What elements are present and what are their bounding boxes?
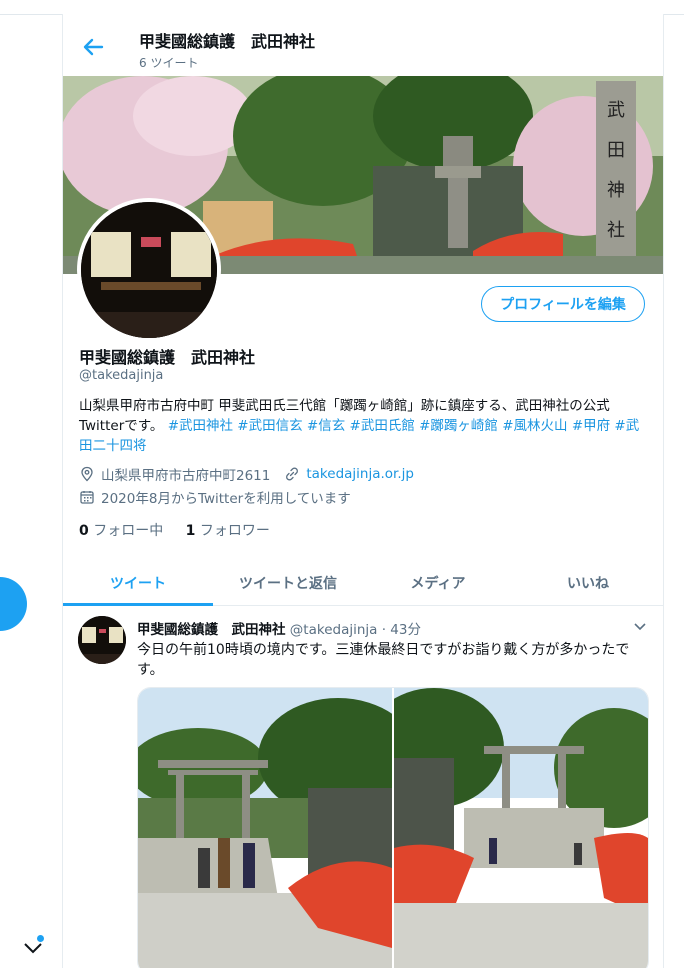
tweet-text: 今日の午前10時頃の境内です。三連休最終日ですがお詣り戴く方が多かったです。 (137, 642, 630, 678)
profile-avatar[interactable] (77, 198, 221, 342)
followers-label: フォロワー (199, 523, 270, 539)
chevron-down-icon[interactable] (631, 620, 649, 634)
tweet-handle-time[interactable]: @takedajinja · 43分 (290, 622, 421, 638)
following-label: フォロー中 (93, 523, 164, 539)
compose-fab-icon[interactable] (0, 577, 27, 631)
following-link[interactable]: 0 フォロー中 (79, 523, 163, 539)
profile-joined: 2020年8月からTwitterを利用しています (101, 491, 351, 507)
profile-handle: @takedajinja (79, 368, 164, 383)
tab-media[interactable]: メディア (363, 561, 513, 605)
svg-text:武: 武 (607, 100, 625, 121)
notification-dot (37, 935, 44, 942)
tweet-count: 6 ツイート (139, 56, 199, 70)
location-icon (81, 466, 93, 482)
profile-location: 山梨県甲府市古府中町2611 (101, 468, 271, 484)
tweet-header: 甲斐國総鎮護 武田神社 @takedajinja · 43分 (137, 618, 421, 638)
svg-text:神: 神 (607, 180, 625, 201)
tweet-media (137, 687, 649, 968)
browser-top-bar (0, 0, 684, 15)
tab-likes[interactable]: いいね (513, 561, 663, 605)
bio-hashtags[interactable]: #武田神社 #武田信玄 #信玄 #武田氏館 #躑躅ヶ崎館 #風林火山 #甲府 #… (79, 418, 639, 454)
followers-count: 1 (185, 523, 196, 539)
tab-tweets-replies[interactable]: ツイートと返信 (213, 561, 363, 605)
calendar-icon (80, 491, 94, 504)
tweet-photo-1[interactable] (138, 688, 392, 968)
profile-name: 甲斐國総鎮護 武田神社 (79, 348, 256, 367)
follow-stats: 0 フォロー中 1 フォロワー (79, 520, 270, 540)
header-title: 甲斐國総鎮護 武田神社 (139, 32, 316, 51)
svg-text:田: 田 (607, 140, 625, 161)
tweet-photo-2[interactable] (394, 688, 648, 968)
tweet-avatar[interactable] (78, 616, 126, 664)
profile-joined-row: 2020年8月からTwitterを利用しています (79, 487, 351, 507)
profile-header-bar: 甲斐國総鎮護 武田神社 6 ツイート (63, 14, 663, 74)
profile-column: 甲斐國総鎮護 武田神社 6 ツイート 武 田 神 社 プロフィールを編集 甲斐國… (62, 14, 664, 968)
back-arrow-icon[interactable] (80, 34, 106, 60)
tweet-author-name[interactable]: 甲斐國総鎮護 武田神社 (137, 622, 286, 638)
profile-tabs: ツイート ツイートと返信 メディア いいね (63, 561, 663, 606)
profile-location-url-row: 山梨県甲府市古府中町2611 takedajinja.or.jp (79, 464, 414, 484)
profile-bio: 山梨県甲府市古府中町 甲斐武田氏三代館「躑躅ヶ崎館」跡に鎮座する、武田神社の公式… (79, 396, 649, 456)
edit-profile-button[interactable]: プロフィールを編集 (481, 286, 645, 322)
profile-url-link[interactable]: takedajinja.or.jp (306, 466, 414, 482)
followers-link[interactable]: 1 フォロワー (186, 523, 270, 539)
following-count: 0 (79, 523, 89, 539)
tab-tweets[interactable]: ツイート (63, 561, 213, 606)
link-icon (286, 467, 299, 481)
svg-text:社: 社 (607, 220, 625, 241)
